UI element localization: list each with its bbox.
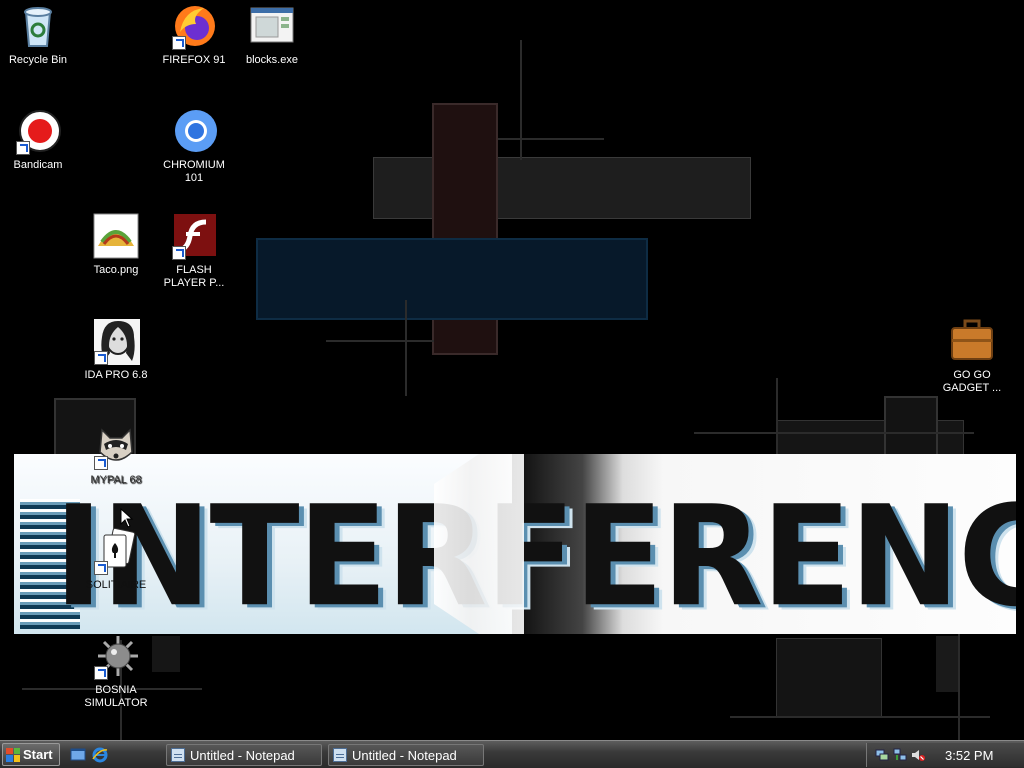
network-activity-icon[interactable] [893, 748, 907, 762]
desktop-icon-firefox[interactable]: FIREFOX 91 [156, 2, 232, 67]
shortcut-arrow-icon [172, 36, 186, 50]
desktop-icon-ida-pro[interactable]: IDA PRO 6.8 [78, 317, 154, 382]
solitaire-cards-icon [92, 527, 140, 575]
taco-image-icon [92, 212, 140, 260]
briefcase-icon [948, 317, 996, 365]
ida-pro-icon [92, 317, 140, 365]
shortcut-arrow-icon [94, 666, 108, 680]
notepad-icon [171, 748, 185, 762]
desktop-icon-label: GO GO GADGET ... [942, 369, 1002, 394]
desktop-icon-recycle-bin[interactable]: Recycle Bin [0, 2, 76, 67]
blocks-app-icon [248, 2, 296, 50]
shortcut-arrow-icon [94, 456, 108, 470]
desktop-icon-label: Bandicam [13, 159, 63, 171]
taskbar-task-notepad-2[interactable]: Untitled - Notepad [328, 744, 484, 766]
volume-muted-icon[interactable] [911, 748, 925, 762]
desktop-icon-label: MYPAL 68 [90, 474, 142, 486]
desktop-icon-label: blocks.exe [246, 54, 298, 66]
desktop-icon-label: BOSNIA SIMULATOR [84, 684, 148, 709]
desktop-icon-solitaire[interactable]: SOLITIAIRE [78, 527, 154, 592]
internet-explorer-icon[interactable] [92, 747, 108, 763]
taskbar-task-notepad-1[interactable]: Untitled - Notepad [166, 744, 322, 766]
shortcut-arrow-icon [172, 246, 186, 260]
bandicam-icon [14, 107, 62, 155]
desktop-icon-chromium[interactable]: CHROMIUM 101 [156, 107, 232, 185]
desktop-icon-label: Taco.png [93, 264, 139, 276]
banner-flag [434, 454, 524, 634]
clock[interactable]: 3:52 PM [945, 748, 993, 763]
desktop-icon-bosnia-simulator[interactable]: BOSNIA SIMULATOR [78, 632, 154, 710]
taskbar: Start Untitled - Notepad Untitled - Note… [0, 740, 1024, 768]
mine-icon [92, 632, 140, 680]
mypal-raccoon-icon [92, 422, 140, 470]
desktop-icon-taco[interactable]: Taco.png [78, 212, 154, 277]
desktop-icon-label: CHROMIUM 101 [163, 159, 225, 184]
firefox-icon [170, 2, 218, 50]
network-icon[interactable] [875, 748, 889, 762]
windows-logo-icon [6, 747, 20, 762]
show-desktop-icon[interactable] [70, 747, 86, 763]
notepad-icon [333, 748, 347, 762]
recycle-bin-icon [14, 2, 62, 50]
desktop-icon-flash-player[interactable]: FLASH PLAYER P... [156, 212, 232, 290]
desktop-icon-label: Recycle Bin [8, 54, 68, 66]
shortcut-arrow-icon [94, 351, 108, 365]
desktop[interactable]: INTERFERENCE Recycle Bin FIREFOX 91 [0, 0, 1024, 740]
chromium-icon [170, 107, 218, 155]
system-tray: 3:52 PM [866, 743, 1024, 767]
flash-player-icon [170, 212, 218, 260]
task-label: Untitled - Notepad [352, 747, 457, 763]
start-label: Start [23, 747, 53, 762]
interference-banner: INTERFERENCE [14, 454, 1016, 634]
task-label: Untitled - Notepad [190, 747, 295, 763]
desktop-icon-label: SOLITIAIRE [85, 579, 147, 591]
desktop-icon-mypal[interactable]: MYPAL 68 [78, 422, 154, 487]
desktop-icon-label: FIREFOX 91 [162, 54, 226, 66]
desktop-icon-blocks[interactable]: blocks.exe [234, 2, 310, 67]
desktop-icon-label: IDA PRO 6.8 [84, 369, 148, 381]
desktop-icon-label: FLASH PLAYER P... [163, 264, 225, 289]
shortcut-arrow-icon [16, 141, 30, 155]
start-button[interactable]: Start [2, 743, 60, 766]
shortcut-arrow-icon [94, 561, 108, 575]
banner-text: INTERFERENCE [54, 476, 1016, 634]
mouse-cursor-icon [120, 508, 134, 528]
desktop-icon-go-go-gadget[interactable]: GO GO GADGET ... [934, 317, 1010, 395]
desktop-icon-bandicam[interactable]: Bandicam [0, 107, 76, 172]
